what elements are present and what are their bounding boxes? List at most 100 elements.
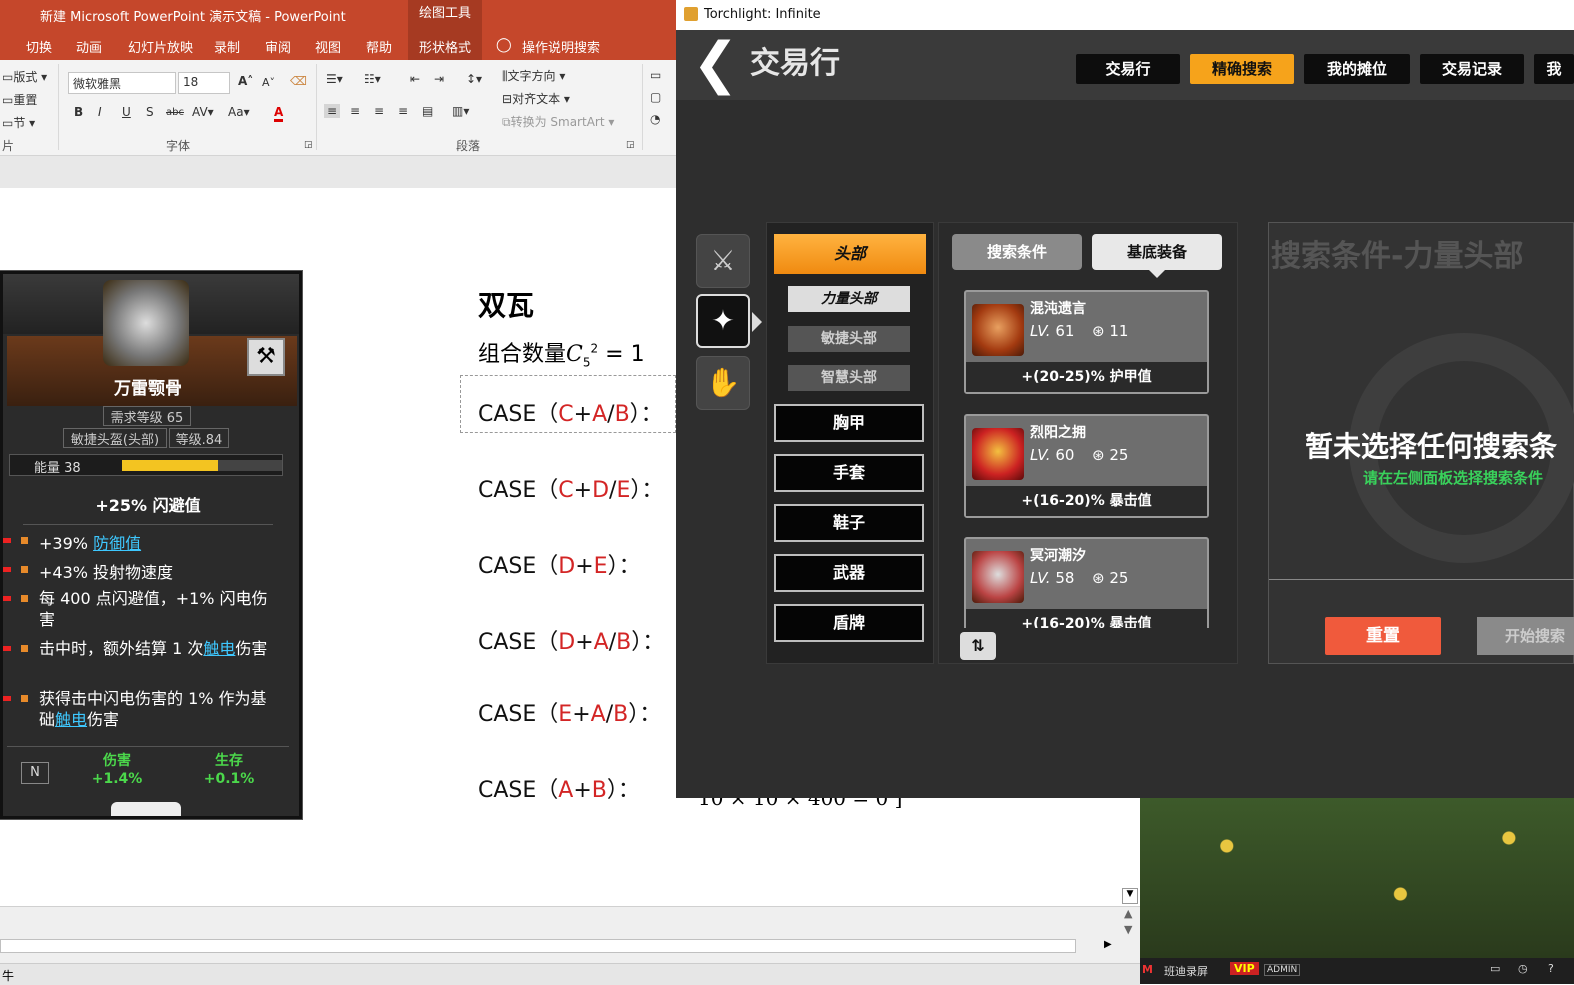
columns-icon[interactable]: ▥▾ [452, 104, 469, 118]
char-spacing-icon[interactable]: AV▾ [192, 105, 214, 119]
category-chest[interactable]: 胸甲 [774, 404, 924, 442]
subcat-agility-head[interactable]: 敏捷头部 [788, 326, 910, 352]
clear-format-icon[interactable]: ⌫ [290, 74, 307, 88]
align-left-icon[interactable]: ≡ [324, 104, 341, 118]
energy-label: 能量 38 [34, 461, 81, 476]
item-card[interactable]: 烈阳之拥 LV. 60 ⊛ 25 +(16-20)% 暴击值 [964, 414, 1209, 518]
text-direction-button[interactable]: ⫼文字方向 ▾ [502, 67, 565, 84]
shrink-font-icon[interactable]: A˅ [262, 76, 275, 89]
help-icon[interactable]: ? [1548, 962, 1554, 975]
tab-trading-house[interactable]: 交易行 [1076, 54, 1180, 84]
tab-slideshow[interactable]: 幻灯片放映 [128, 37, 193, 56]
decrease-indent-icon[interactable]: ⇤ [410, 72, 420, 86]
back-chevron-icon[interactable]: ❮ [692, 36, 739, 92]
shape-curve-icon[interactable]: ◔ [650, 112, 660, 126]
reset-button[interactable]: 重置 [1325, 617, 1441, 655]
paragraph-launcher-icon[interactable]: ◲ [626, 140, 635, 150]
section-button[interactable]: ▭节 ▾ [2, 114, 35, 131]
align-center-icon[interactable]: ≡ [350, 104, 360, 118]
prev-slide-icon[interactable]: ▲ [1124, 907, 1132, 920]
case-token: E [558, 702, 573, 727]
next-slide-icon[interactable]: ▼ [1124, 923, 1132, 936]
armor-category-icon[interactable]: ✦ [696, 294, 750, 348]
category-boots[interactable]: 鞋子 [774, 504, 924, 542]
tab-search-conditions[interactable]: 搜索条件 [952, 234, 1082, 270]
scroll-down-icon[interactable]: ▼ [1122, 888, 1138, 904]
reset-slide-button[interactable]: ▭重置 [2, 91, 37, 108]
case-prefix: CASE（ [478, 630, 559, 655]
case-line[interactable]: CASE（C+A/B）： [478, 396, 663, 428]
case-token: D [558, 630, 576, 655]
bullets-icon[interactable]: ☰▾ [326, 72, 343, 86]
align-right-icon[interactable]: ≡ [374, 104, 384, 118]
horizontal-scrollbar[interactable] [0, 939, 1076, 953]
align-text-button[interactable]: ⊟对齐文本 ▾ [502, 90, 570, 107]
justify-icon[interactable]: ≡ [398, 104, 408, 118]
font-size-select[interactable]: 18 [178, 72, 230, 94]
folder-icon[interactable]: ▭ [1490, 962, 1500, 975]
affix: 获得击中闪电伤害的 1% 作为基础触电伤害 [3, 688, 293, 734]
tab-transitions[interactable]: 切换 [26, 37, 52, 56]
accessory-category-icon[interactable]: ✋ [696, 356, 750, 410]
item-card[interactable]: 混沌遗言 LV. 61 ⊛ 11 +(20-25)% 护甲值 [964, 290, 1209, 394]
tab-help[interactable]: 帮助 [366, 37, 392, 56]
case-token: B [591, 778, 607, 803]
category-gloves[interactable]: 手套 [774, 454, 924, 492]
bold-icon[interactable]: B [74, 105, 83, 119]
line-spacing-icon[interactable]: ↕▾ [466, 72, 482, 86]
dialog-launcher-icon[interactable]: ◲ [304, 140, 313, 150]
tab-my-stall[interactable]: 我的摊位 [1304, 54, 1410, 84]
increase-indent-icon[interactable]: ⇥ [434, 72, 444, 86]
shape-rect-icon[interactable]: ▢ [650, 90, 661, 104]
font-name-select[interactable]: 微软雅黑 [68, 72, 176, 94]
subcat-strength-head[interactable]: 力量头部 [788, 286, 910, 312]
right-panel-title: 搜索条件-力量头部 [1271, 239, 1524, 274]
category-weapon[interactable]: 武器 [774, 554, 924, 592]
shadow-icon[interactable]: S [146, 105, 154, 119]
tab-review[interactable]: 审阅 [265, 37, 291, 56]
start-search-button[interactable]: 开始搜索 [1477, 617, 1574, 655]
recorder-label: 班迪录屏 [1164, 965, 1208, 978]
clock-icon[interactable]: ◷ [1518, 962, 1528, 975]
category-head-selected[interactable]: 头部 [774, 234, 926, 274]
subcat-intellect-head[interactable]: 智慧头部 [788, 365, 910, 391]
tab-record[interactable]: 录制 [214, 37, 240, 56]
strikethrough-icon[interactable]: abc [166, 107, 184, 118]
drawing-tools-tab: 绘图工具 [408, 0, 482, 30]
game-title-bar: Torchlight: Infinite [676, 0, 1574, 30]
underline-icon[interactable]: U [122, 105, 131, 119]
case-prefix: CASE（ [478, 554, 559, 579]
ppt-ribbon: ▭版式 ▾ ▭重置 ▭节 ▾ 片 微软雅黑 18 A˄ A˅ ⌫ B I U S… [0, 60, 676, 156]
affix: 击中时，额外结算 1 次触电伤害 [3, 638, 293, 684]
distributed-icon[interactable]: ▤ [422, 104, 433, 118]
tab-more[interactable]: 我 [1534, 54, 1574, 84]
sort-icon[interactable]: ⇅ [960, 632, 996, 660]
torchlight-app-icon [684, 7, 698, 21]
layout-button[interactable]: ▭版式 ▾ [2, 68, 47, 85]
weapon-category-icon[interactable]: ⚔ [696, 234, 750, 288]
tab-precise-search[interactable]: 精确搜索 [1190, 54, 1294, 84]
shape-textbox-icon[interactable]: ▭ [650, 68, 661, 82]
tab-animations[interactable]: 动画 [76, 37, 102, 56]
font-color-icon[interactable]: A [274, 105, 284, 122]
item-card[interactable]: 冥河潮汐 LV. 58 ⊛ 25 +(16-20)% 暴击值 [964, 537, 1209, 628]
case-suffix: ）： [606, 778, 640, 803]
tell-me-search[interactable]: 操作说明搜索 [522, 37, 600, 56]
item-card-stat: +(16-20)% 暴击值 [966, 486, 1207, 516]
convert-smartart-button[interactable]: ⧉转换为 SmartArt ▾ [502, 113, 614, 130]
paragraph-group-label: 段落 [456, 139, 481, 153]
grow-font-icon[interactable]: A˄ [238, 74, 253, 88]
change-case-icon[interactable]: Aa▾ [228, 105, 250, 119]
case-token: + [573, 478, 593, 503]
scroll-right-icon[interactable]: ▶ [1104, 939, 1112, 950]
tab-shape-format[interactable]: 形状格式 [419, 37, 471, 56]
case-token: E [593, 554, 608, 579]
category-shield[interactable]: 盾牌 [774, 604, 924, 642]
italic-icon[interactable]: I [98, 105, 102, 119]
energy-track [122, 460, 282, 471]
numbering-icon[interactable]: ☷▾ [364, 72, 381, 86]
bandicam-icon: M [1142, 963, 1153, 976]
tab-trade-history[interactable]: 交易记录 [1420, 54, 1524, 84]
tab-view[interactable]: 视图 [315, 37, 341, 56]
tab-base-equipment[interactable]: 基底装备 [1092, 234, 1222, 270]
